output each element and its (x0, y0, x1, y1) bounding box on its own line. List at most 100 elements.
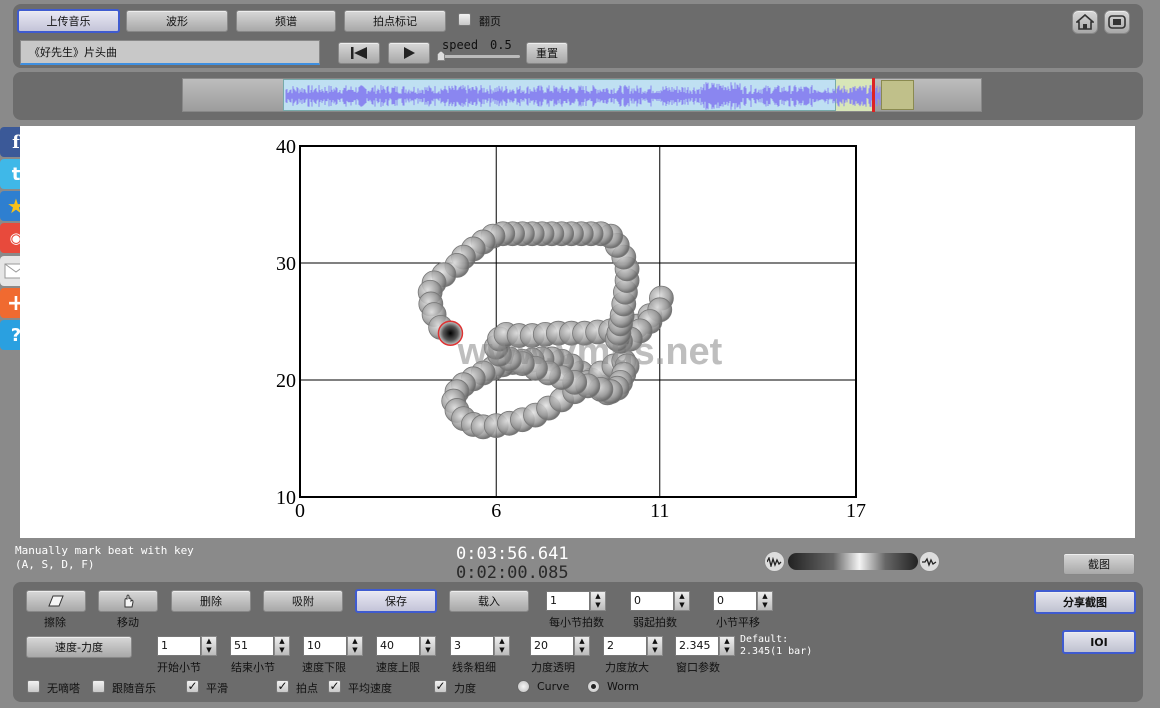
dynamics-alpha-value[interactable]: 20 (530, 636, 574, 656)
stepper-arrows[interactable]: ▲ ▼ (647, 636, 663, 656)
home-button[interactable] (1072, 10, 1098, 34)
smooth-checkbox[interactable]: ✓ (186, 680, 199, 693)
beats-per-bar-value[interactable]: 1 (546, 591, 590, 611)
bar-shift-stepper[interactable]: 0 ▲ ▼ (713, 591, 773, 611)
beats-per-bar-stepper[interactable]: 1 ▲ ▼ (546, 591, 606, 611)
upload-music-button[interactable]: 上传音乐 (17, 9, 120, 33)
beat-point-checkbox[interactable]: ✓ (276, 680, 289, 693)
share-screenshot-button[interactable]: 分享截图 (1034, 590, 1136, 614)
eraser-icon (48, 595, 64, 607)
window-param-stepper[interactable]: 2.345 ▲ ▼ (675, 636, 735, 656)
current-time: 0:02:00.085 (456, 563, 569, 583)
volume-control[interactable] (764, 551, 940, 573)
total-time: 0:03:56.641 (456, 544, 569, 564)
bar-shift-label: 小节平移 (716, 616, 760, 629)
hint-line-2: (A, S, D, F) (15, 558, 95, 571)
stepper-arrows[interactable]: ▲ ▼ (719, 636, 735, 656)
load-button[interactable]: 载入 (449, 590, 529, 612)
line-width-value[interactable]: 3 (450, 636, 494, 656)
skip-back-icon (351, 47, 367, 59)
no-tick-checkbox[interactable] (27, 680, 40, 693)
pickup-beats-value[interactable]: 0 (630, 591, 674, 611)
speed-slider[interactable] (437, 51, 520, 61)
stepper-arrows[interactable]: ▲ ▼ (574, 636, 590, 656)
stepper-arrows[interactable]: ▲ ▼ (274, 636, 290, 656)
stepper-arrows[interactable]: ▲ ▼ (347, 636, 363, 656)
window-param-label: 窗口参数 (676, 661, 720, 674)
speed-max-label: 速度上限 (376, 661, 420, 674)
curve-radio[interactable] (517, 680, 530, 693)
dynamics-alpha-label: 力度透明 (531, 661, 575, 674)
stepper-arrows[interactable]: ▲ ▼ (590, 591, 606, 611)
start-bar-label: 开始小节 (157, 661, 201, 674)
bar-shift-value[interactable]: 0 (713, 591, 757, 611)
y-tick-label: 30 (276, 253, 296, 275)
screenshot-button[interactable]: 截图 (1063, 553, 1135, 575)
fullscreen-button[interactable] (1104, 10, 1130, 34)
reset-button[interactable]: 重置 (526, 42, 568, 64)
dynamics-scale-value[interactable]: 2 (603, 636, 647, 656)
waveform-button[interactable]: 波形 (126, 10, 228, 32)
playhead-marker[interactable] (872, 78, 875, 112)
waveform-path (285, 82, 881, 110)
wave-speaker-icon (919, 551, 940, 572)
erase-button[interactable] (26, 590, 86, 612)
worm-label: Worm (607, 680, 640, 693)
dynamics-scale-stepper[interactable]: 2 ▲ ▼ (603, 636, 663, 656)
start-bar-stepper[interactable]: 1 ▲ ▼ (157, 636, 217, 656)
line-width-stepper[interactable]: 3 ▲ ▼ (450, 636, 510, 656)
spectrum-button[interactable]: 频谱 (236, 10, 336, 32)
follow-music-checkbox[interactable] (92, 680, 105, 693)
snap-button[interactable]: 吸附 (263, 590, 343, 612)
end-bar-stepper[interactable]: 51 ▲ ▼ (230, 636, 290, 656)
song-title-field[interactable]: 《好先生》片头曲 (20, 40, 320, 65)
speed-max-value[interactable]: 40 (376, 636, 420, 656)
home-icon (1076, 14, 1094, 30)
move-label: 移动 (117, 616, 139, 629)
twitter-icon: t (11, 163, 21, 185)
delete-button[interactable]: 删除 (171, 590, 251, 612)
stepper-arrows[interactable]: ▲ ▼ (757, 591, 773, 611)
no-tick-label: 无嘀嗒 (47, 682, 80, 695)
speed-min-stepper[interactable]: 10 ▲ ▼ (303, 636, 363, 656)
watermark-text: www.vmus.net (457, 331, 723, 373)
beat-mark-button[interactable]: 拍点标记 (344, 10, 446, 32)
speed-min-value[interactable]: 10 (303, 636, 347, 656)
speed-dynamics-button[interactable]: 速度-力度 (26, 636, 132, 658)
page-flip-label: 翻页 (479, 15, 501, 28)
avg-speed-checkbox[interactable]: ✓ (328, 680, 341, 693)
beat-point-label: 拍点 (296, 682, 318, 695)
stepper-arrows[interactable]: ▲ ▼ (201, 636, 217, 656)
ioi-button[interactable]: IOI (1062, 630, 1136, 654)
speed-max-stepper[interactable]: 40 ▲ ▼ (376, 636, 436, 656)
stepper-arrows[interactable]: ▲ ▼ (674, 591, 690, 611)
start-bar-value[interactable]: 1 (157, 636, 201, 656)
line-width-label: 线条粗细 (452, 661, 496, 674)
curve-label: Curve (537, 680, 570, 693)
avg-speed-label: 平均速度 (348, 682, 392, 695)
stepper-arrows[interactable]: ▲ ▼ (494, 636, 510, 656)
end-bar-value[interactable]: 51 (230, 636, 274, 656)
dynamics-label: 力度 (454, 682, 476, 695)
erase-label: 擦除 (44, 616, 66, 629)
song-title-text: 《好先生》片头曲 (29, 46, 117, 59)
page-flip-checkbox[interactable] (458, 13, 471, 26)
dynamics-alpha-stepper[interactable]: 20 ▲ ▼ (530, 636, 590, 656)
speed-min-label: 速度下限 (302, 661, 346, 674)
x-tick-label: 0 (295, 500, 305, 522)
hand-move-icon (124, 594, 134, 608)
volume-gradient-bar[interactable] (788, 553, 918, 570)
waveform-track[interactable] (182, 78, 982, 112)
pickup-beats-stepper[interactable]: 0 ▲ ▼ (630, 591, 690, 611)
play-button[interactable] (388, 42, 430, 64)
dynamics-checkbox[interactable]: ✓ (434, 680, 447, 693)
worm-radio[interactable] (587, 680, 600, 693)
stepper-arrows[interactable]: ▲ ▼ (420, 636, 436, 656)
default-hint-line-1: Default: (740, 634, 789, 645)
smooth-label: 平滑 (206, 682, 228, 695)
save-button[interactable]: 保存 (355, 589, 437, 613)
rewind-button[interactable] (338, 42, 380, 64)
move-button[interactable] (98, 590, 158, 612)
y-tick-label: 20 (276, 370, 296, 392)
window-param-value[interactable]: 2.345 (675, 636, 719, 656)
